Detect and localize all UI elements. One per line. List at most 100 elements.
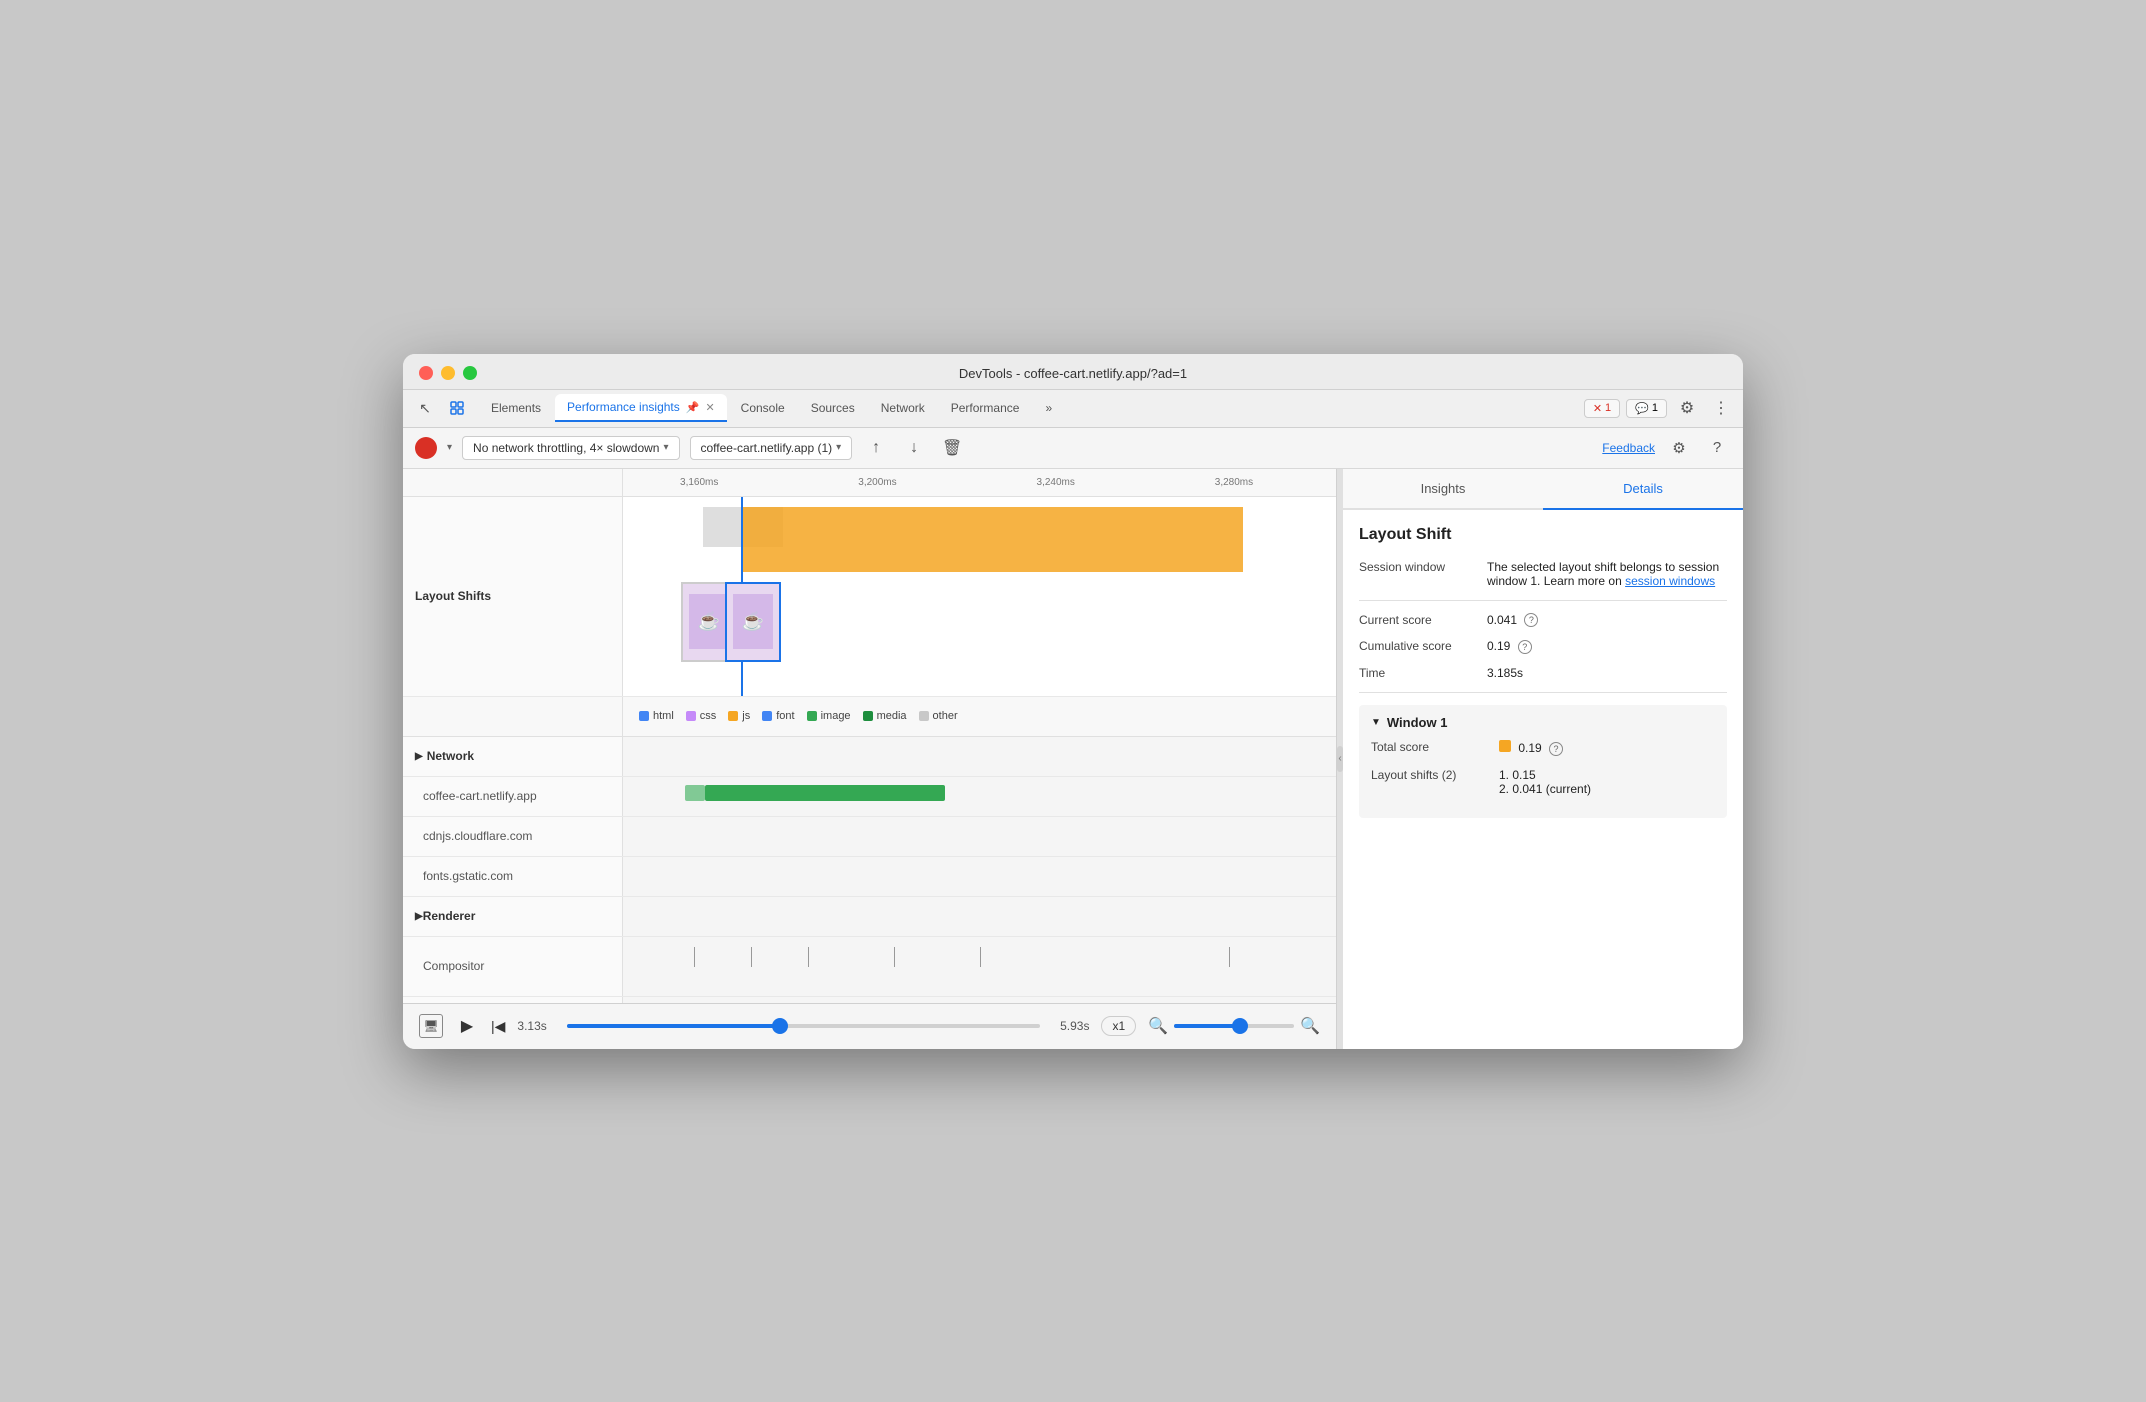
- current-score-info-icon[interactable]: ?: [1524, 613, 1538, 627]
- feedback-link[interactable]: Feedback: [1602, 441, 1655, 455]
- skip-to-start-button[interactable]: |◀: [491, 1018, 505, 1035]
- play-button[interactable]: ▶: [455, 1014, 479, 1038]
- window-title: DevTools - coffee-cart.netlify.app/?ad=1: [959, 366, 1187, 381]
- legend-js-dot: [728, 711, 738, 721]
- zoom-level-badge[interactable]: x1: [1101, 1016, 1136, 1036]
- tab-elements[interactable]: Elements: [479, 395, 553, 421]
- tab-performance[interactable]: Performance: [939, 395, 1032, 421]
- session-window-label: Session window: [1359, 560, 1479, 588]
- orange-block: [743, 507, 1243, 572]
- session-windows-link[interactable]: session windows: [1625, 574, 1715, 588]
- window-expand-icon[interactable]: ▼: [1371, 717, 1381, 728]
- network-url-3: fonts.gstatic.com: [403, 857, 623, 896]
- settings-gear-icon[interactable]: ⚙: [1673, 394, 1701, 422]
- total-score-info-icon[interactable]: ?: [1549, 742, 1563, 756]
- throttle-dropdown[interactable]: No network throttling, 4× slowdown ▾: [462, 436, 679, 460]
- legend-font-dot: [762, 711, 772, 721]
- tab-console[interactable]: Console: [729, 395, 797, 421]
- message-badge[interactable]: 💬 1: [1626, 399, 1667, 418]
- zoom-out-icon[interactable]: 🔍: [1148, 1016, 1168, 1036]
- tab-bar-tools: ↖: [411, 394, 471, 422]
- record-dropdown[interactable]: ▾: [447, 442, 452, 453]
- inspect-icon[interactable]: [443, 394, 471, 422]
- current-score-row: Current score 0.041 ?: [1359, 613, 1727, 628]
- tabs-list: Elements Performance insights 📌 ✕ Consol…: [479, 394, 1584, 422]
- legend-image: image: [807, 710, 851, 722]
- tab-close-icon[interactable]: ✕: [705, 401, 714, 414]
- page-arrow-icon: ▾: [836, 442, 841, 453]
- cumulative-score-row: Cumulative score 0.19 ?: [1359, 639, 1727, 654]
- network-url-2: cdnjs.cloudflare.com: [403, 817, 623, 856]
- network-bar-2-content: [623, 817, 1336, 856]
- throttle-arrow-icon: ▾: [663, 442, 668, 453]
- layout-shift-value-2: 2. 0.041 (current): [1499, 782, 1715, 796]
- right-content: Layout Shift Session window The selected…: [1343, 510, 1743, 1049]
- session-window-value: The selected layout shift belongs to ses…: [1487, 560, 1727, 588]
- tab-sources[interactable]: Sources: [799, 395, 867, 421]
- time-row: Time 3.185s: [1359, 666, 1727, 680]
- legend-js: js: [728, 710, 750, 722]
- tick-5: [980, 947, 981, 967]
- minimize-button[interactable]: [441, 366, 455, 380]
- screenshot-inner-1: ☕: [689, 594, 729, 649]
- record-button[interactable]: [415, 437, 437, 459]
- renderer-expand-icon[interactable]: ▶: [415, 911, 423, 922]
- network-row-2: cdnjs.cloudflare.com: [403, 817, 1336, 857]
- maximize-button[interactable]: [463, 366, 477, 380]
- network-expand-icon[interactable]: ▶: [415, 751, 423, 762]
- zoom-thumb[interactable]: [1232, 1018, 1248, 1034]
- more-options-icon[interactable]: ⋮: [1707, 394, 1735, 422]
- layout-shifts-label: Layout Shifts: [403, 497, 623, 696]
- legend-html: html: [639, 710, 674, 722]
- cursor-icon[interactable]: ↖: [411, 394, 439, 422]
- divider-2: [1359, 692, 1727, 693]
- tab-insights[interactable]: Insights: [1343, 469, 1543, 508]
- compositor-label: Compositor: [403, 937, 623, 996]
- title-bar: DevTools - coffee-cart.netlify.app/?ad=1: [403, 354, 1743, 390]
- main-content: 3,160ms 3,200ms 3,240ms 3,280ms Layout S…: [403, 469, 1743, 1049]
- total-score-value: 0.19 ?: [1499, 740, 1715, 756]
- orange-score-icon: [1499, 740, 1511, 752]
- layout-shifts-content[interactable]: ☕ ☕: [623, 497, 1336, 696]
- legend-row: html css js: [403, 697, 1336, 737]
- tab-performance-insights[interactable]: Performance insights 📌 ✕: [555, 394, 727, 422]
- time-value: 3.185s: [1487, 666, 1727, 680]
- legend-content: html css js: [623, 697, 1336, 736]
- legend-media: media: [863, 710, 907, 722]
- cumulative-score-info-icon[interactable]: ?: [1518, 640, 1532, 654]
- screenshot-toggle-icon[interactable]: 🖥: [419, 1014, 443, 1038]
- message-icon: 💬: [1635, 402, 1649, 415]
- legend-html-dot: [639, 711, 649, 721]
- timeline-scrubber[interactable]: [567, 1024, 1040, 1028]
- right-tabs: Insights Details: [1343, 469, 1743, 510]
- legend-label-col: [403, 697, 623, 736]
- legend-css-dot: [686, 711, 696, 721]
- tab-network[interactable]: Network: [869, 395, 937, 421]
- tab-details[interactable]: Details: [1543, 469, 1743, 510]
- learn-more-text: Learn more on session windows: [1544, 574, 1715, 588]
- tab-more[interactable]: »: [1033, 395, 1064, 421]
- zoom-fill: [1174, 1024, 1240, 1028]
- legend-image-dot: [807, 711, 817, 721]
- tick-4: [894, 947, 895, 967]
- delete-icon[interactable]: 🗑: [938, 434, 966, 462]
- renderer-row: ▶ Renderer: [403, 897, 1336, 937]
- error-icon: ✕: [1593, 402, 1602, 415]
- download-icon[interactable]: ↓: [900, 434, 928, 462]
- start-time: 3.13s: [517, 1019, 546, 1033]
- legend-other: other: [919, 710, 958, 722]
- screenshot-after[interactable]: ☕: [725, 582, 781, 662]
- help-icon[interactable]: ?: [1703, 434, 1731, 462]
- panel-settings-icon[interactable]: ⚙: [1665, 434, 1693, 462]
- timeline-thumb[interactable]: [772, 1018, 788, 1034]
- total-score-row: Total score 0.19 ?: [1371, 740, 1715, 756]
- close-button[interactable]: [419, 366, 433, 380]
- ms-marker-2: 3,200ms: [858, 477, 896, 488]
- current-score-label: Current score: [1359, 613, 1479, 628]
- upload-icon[interactable]: ↑: [862, 434, 890, 462]
- zoom-slider[interactable]: [1174, 1024, 1294, 1028]
- page-dropdown[interactable]: coffee-cart.netlify.app (1) ▾: [690, 436, 853, 460]
- network-row-3: fonts.gstatic.com: [403, 857, 1336, 897]
- zoom-in-icon[interactable]: 🔍: [1300, 1016, 1320, 1036]
- error-badge[interactable]: ✕ 1: [1584, 399, 1620, 418]
